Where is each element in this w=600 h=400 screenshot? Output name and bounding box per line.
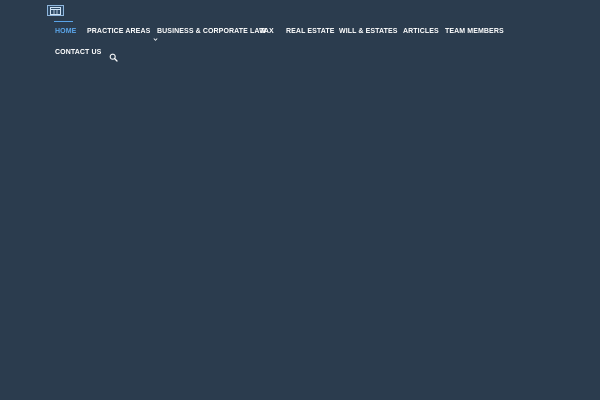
nav-item-team-members[interactable]: TEAM MEMBERS	[445, 21, 504, 43]
nav-item-label: ARTICLES	[403, 28, 439, 35]
nav-item-label: WILL & ESTATES	[339, 28, 398, 35]
nav-item-articles[interactable]: ARTICLES	[403, 21, 439, 43]
nav-item-label: TAX	[260, 28, 274, 35]
page: HOME PRACTICE AREAS BUSINESS & CORPORATE…	[0, 0, 600, 400]
nav-item-home[interactable]: HOME	[55, 21, 76, 43]
nav-item-label: CONTACT US	[55, 49, 102, 56]
nav-item-contact-us[interactable]: CONTACT US	[55, 42, 101, 64]
nav-item-practice-areas[interactable]: PRACTICE AREAS	[87, 21, 158, 43]
main-navigation: HOME PRACTICE AREAS BUSINESS & CORPORATE…	[0, 0, 600, 70]
nav-item-label: BUSINESS & CORPORATE LAW	[157, 28, 266, 35]
nav-item-label: REAL ESTATE	[286, 28, 335, 35]
nav-item-real-estate[interactable]: REAL ESTATE	[286, 21, 335, 43]
nav-item-tax[interactable]: TAX	[260, 21, 274, 43]
nav-item-will-estates[interactable]: WILL & ESTATES	[339, 21, 398, 43]
nav-item-label: PRACTICE AREAS	[87, 28, 151, 35]
nav-item-label: TEAM MEMBERS	[445, 28, 504, 35]
nav-item-label: HOME	[55, 28, 77, 35]
nav-item-business-corporate-law[interactable]: BUSINESS & CORPORATE LAW	[157, 21, 266, 43]
search-icon[interactable]	[109, 49, 118, 62]
